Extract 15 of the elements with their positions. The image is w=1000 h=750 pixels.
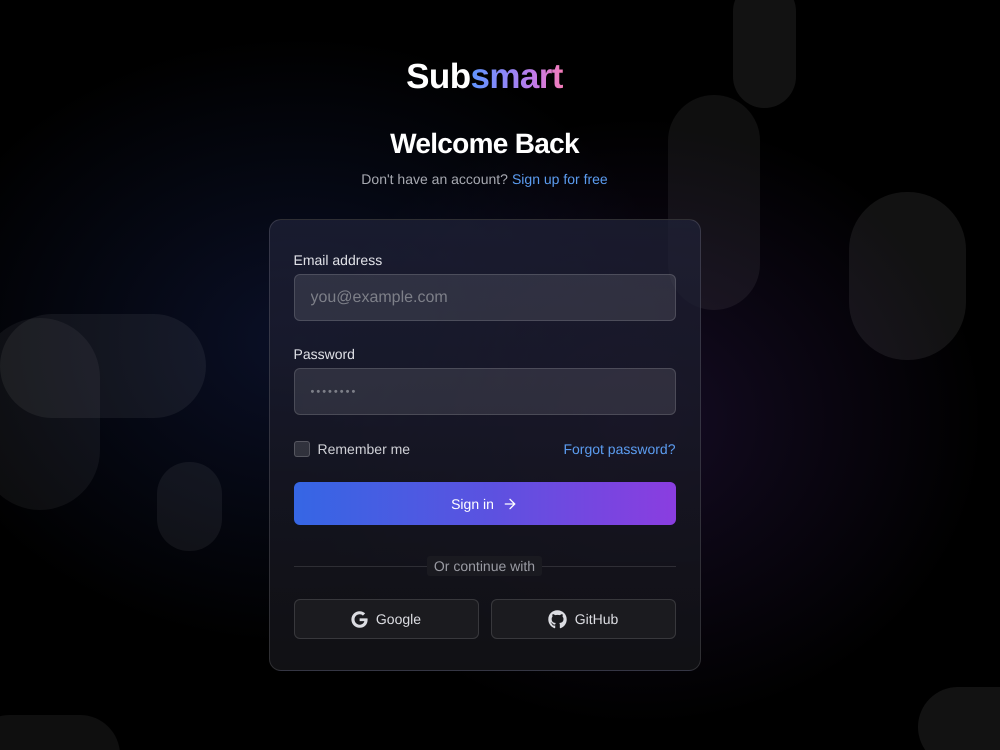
github-icon [548,610,567,628]
google-button[interactable]: Google [294,599,478,639]
remember-checkbox[interactable] [294,441,310,457]
signup-link[interactable]: Sign up for free [512,170,608,188]
arrow-right-icon [502,496,518,512]
checkbox-label: Remember me [318,441,410,457]
github-button[interactable]: GitHub [490,599,676,639]
google-icon [350,610,368,628]
divider-label: Or continue with [426,556,542,576]
subtitle-text: Don't have an account? [361,170,508,188]
field-label: Password [294,345,355,364]
sign-in-button[interactable]: Sign in [294,482,676,525]
forgot-password-link[interactable]: Forgot password? [563,441,676,457]
field-label: Email address [294,251,382,270]
page-heading: Welcome Back [390,127,579,161]
